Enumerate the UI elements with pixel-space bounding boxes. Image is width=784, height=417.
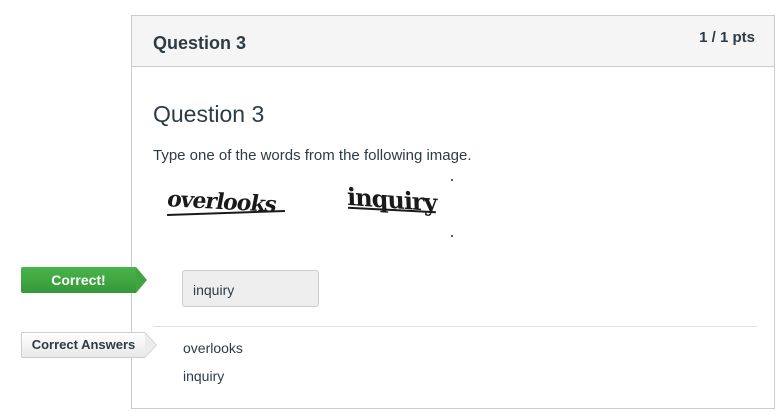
captcha-noise-dot <box>451 179 453 181</box>
question-header: Question 3 1 / 1 pts <box>132 16 774 67</box>
correct-answers-list: overlooks inquiry <box>183 340 243 396</box>
answer-input[interactable]: inquiry <box>182 270 319 307</box>
question-heading: Question 3 <box>153 101 265 127</box>
correct-answer-item: inquiry <box>183 368 225 384</box>
question-text: Type one of the words from the following… <box>153 147 472 164</box>
points-label: 1 / 1 pts <box>699 29 755 46</box>
correct-status-tag: Correct! <box>21 267 147 293</box>
divider <box>153 326 757 327</box>
question-card: Question 3 1 / 1 pts Question 3 Type one… <box>131 15 775 409</box>
correct-answers-tag-label: Correct Answers <box>31 337 136 352</box>
correct-answers-tag: Correct Answers <box>21 332 157 358</box>
captcha-image: overlooks inquiry <box>165 179 465 241</box>
question-header-title: Question 3 <box>153 33 247 53</box>
correct-answer-item: overlooks <box>183 340 243 356</box>
captcha-noise-dot <box>451 235 453 237</box>
